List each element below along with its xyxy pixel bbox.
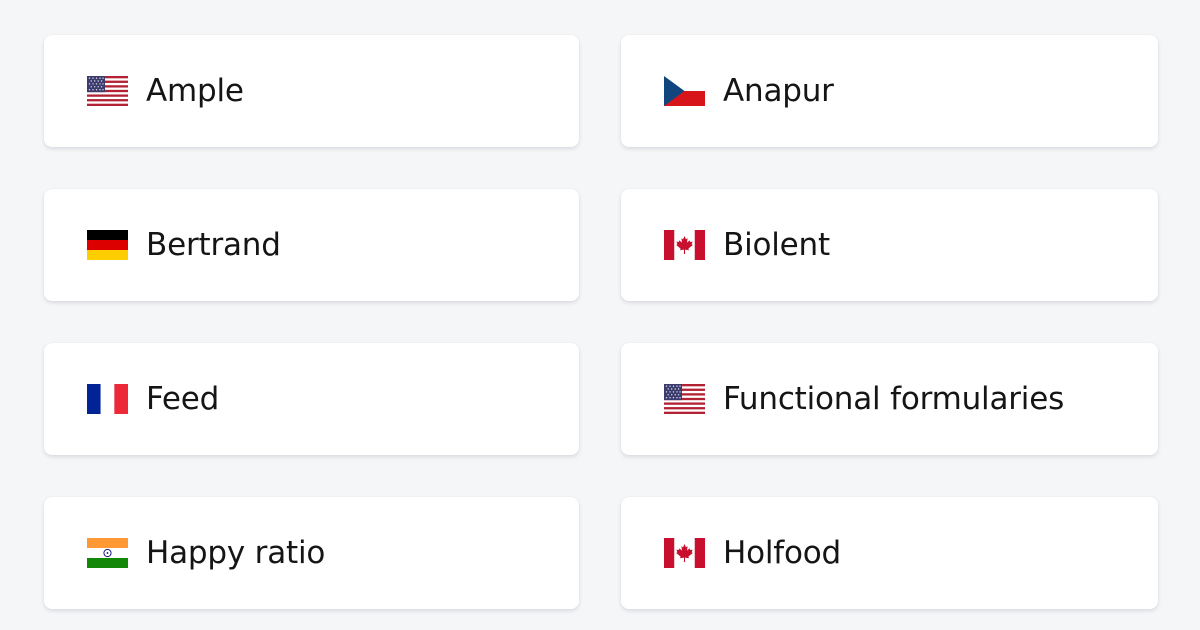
list-item[interactable]: Functional formularies xyxy=(621,343,1158,455)
item-label: Anapur xyxy=(723,73,834,109)
france-flag-icon xyxy=(87,384,128,414)
item-label: Biolent xyxy=(723,227,830,263)
us-flag-icon xyxy=(87,76,128,106)
item-label: Functional formularies xyxy=(723,381,1065,417)
item-label: Feed xyxy=(146,381,220,417)
item-label: Happy ratio xyxy=(146,535,326,571)
item-label: Ample xyxy=(146,73,244,109)
list-item[interactable]: Biolent xyxy=(621,189,1158,301)
canada-flag-icon xyxy=(664,538,705,568)
list-item[interactable]: Bertrand xyxy=(44,189,579,301)
item-label: Bertrand xyxy=(146,227,281,263)
us-flag-icon xyxy=(664,384,705,414)
czech-flag-icon xyxy=(664,76,705,106)
list-item[interactable]: Happy ratio xyxy=(44,497,579,609)
list-item[interactable]: Holfood xyxy=(621,497,1158,609)
list-item[interactable]: Ample xyxy=(44,35,579,147)
item-grid: Ample Anapur Bertrand Biolent Feed Funct… xyxy=(44,35,1158,609)
germany-flag-icon xyxy=(87,230,128,260)
canada-flag-icon xyxy=(664,230,705,260)
item-label: Holfood xyxy=(723,535,842,571)
list-item[interactable]: Anapur xyxy=(621,35,1158,147)
list-item[interactable]: Feed xyxy=(44,343,579,455)
india-flag-icon xyxy=(87,538,128,568)
